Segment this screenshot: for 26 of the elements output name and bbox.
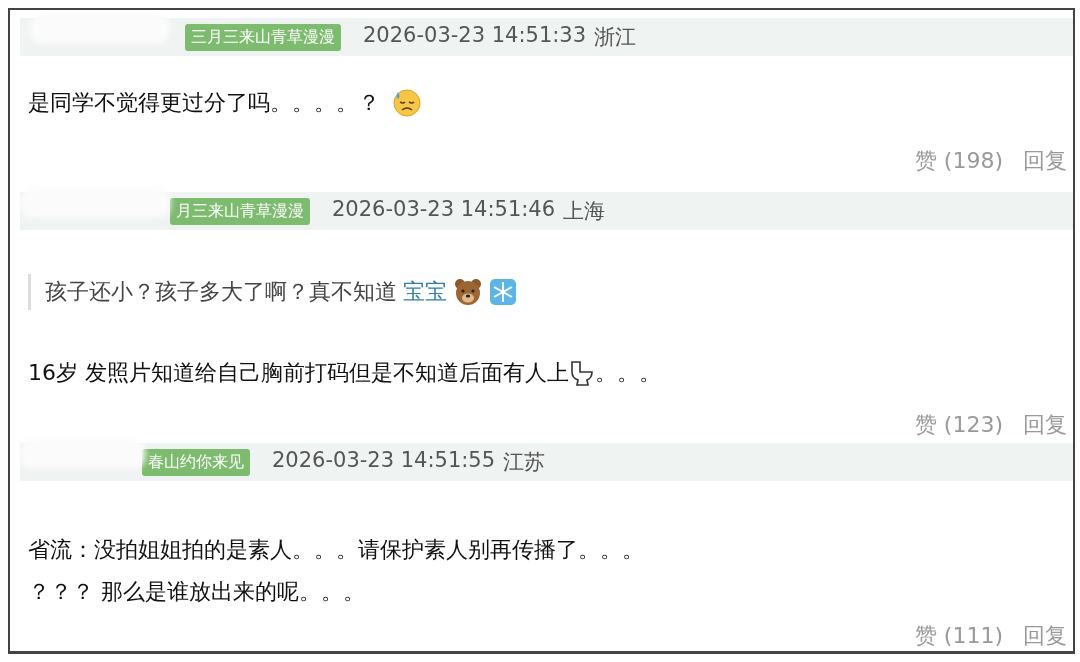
like-button[interactable]: 赞 (123) <box>914 410 1003 440</box>
user-badge: 三月三来山青草漫漫 <box>185 23 341 51</box>
comment-time: 2026-03-23 14:51:33 <box>363 23 587 49</box>
bear-icon <box>453 277 483 307</box>
comment-location: 江苏 <box>503 449 546 476</box>
comment-location: 上海 <box>563 198 606 225</box>
comment-location: 浙江 <box>594 24 637 51</box>
reply-button[interactable]: 回复 <box>1023 621 1067 651</box>
toilet-icon <box>569 359 595 387</box>
reply-button[interactable]: 回复 <box>1023 410 1067 440</box>
comment-text: 16岁 发照片知道给自己胸前打码但是不知道后面有人上 <box>28 359 569 387</box>
reply-button[interactable]: 回复 <box>1023 146 1067 176</box>
comment-text: 。。。 <box>595 359 661 387</box>
comment-time: 2026-03-23 14:51:55 <box>272 448 496 474</box>
comment-text: ？？？ 那么是谁放出来的呢。。。 <box>28 578 365 606</box>
like-button[interactable]: 赞 (198) <box>914 146 1003 176</box>
user-badge: 春山约你来见 <box>142 448 250 476</box>
snowflake-icon <box>489 278 517 306</box>
mention-link[interactable]: 宝宝 <box>403 277 447 307</box>
comment-time: 2026-03-23 14:51:46 <box>332 197 556 223</box>
comment-text: 孩子还小？孩子多大了啊？真不知道 <box>45 278 397 306</box>
comment-text: 是同学不觉得更过分了吗。。。。？ <box>28 89 380 117</box>
user-badge: 月三来山青草漫漫 <box>170 197 310 225</box>
like-button[interactable]: 赞 (111) <box>914 621 1003 651</box>
sad-face-icon <box>392 88 422 118</box>
comment-text: 省流：没拍姐姐拍的是素人。。。请保护素人别再传播了。。。 <box>28 536 644 564</box>
